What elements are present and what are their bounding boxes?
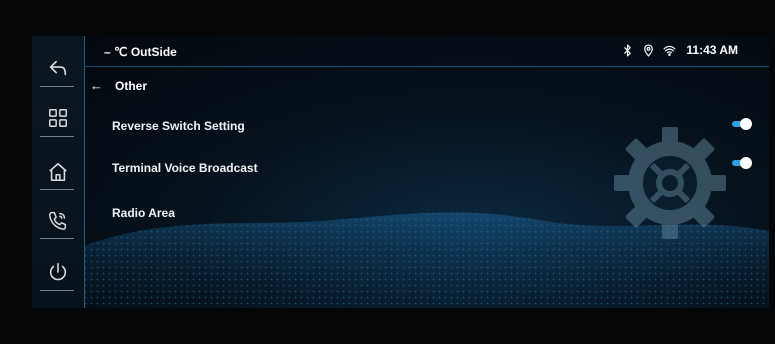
- power-button[interactable]: [38, 252, 78, 292]
- section-header[interactable]: ← Other: [90, 78, 147, 93]
- setting-radio-area[interactable]: Radio Area: [112, 206, 175, 220]
- divider: [40, 290, 74, 291]
- wifi-icon: [663, 45, 676, 56]
- gear-icon: [614, 127, 726, 239]
- status-icons: 11:43 AM: [621, 43, 738, 57]
- outside-temperature: – ℃ OutSide: [104, 45, 177, 59]
- phone-icon: [49, 211, 67, 230]
- location-icon: [644, 43, 654, 57]
- divider: [40, 189, 74, 190]
- home-icon: [49, 162, 67, 182]
- apps-button[interactable]: [38, 98, 78, 138]
- divider: [40, 238, 74, 239]
- grid-icon: [49, 109, 67, 127]
- setting-terminal-voice-broadcast[interactable]: Terminal Voice Broadcast: [112, 161, 258, 175]
- sidebar: [32, 36, 85, 308]
- phone-button[interactable]: [38, 200, 78, 240]
- section-back-arrow-icon[interactable]: ←: [90, 78, 103, 93]
- infotainment-screen: – ℃ OutSide 11:43 AM ← Other Reverse Swi…: [32, 36, 769, 308]
- terminal-voice-broadcast-toggle[interactable]: [732, 157, 752, 169]
- power-icon: [49, 262, 67, 281]
- bluetooth-icon: [624, 43, 632, 57]
- divider: [40, 136, 74, 137]
- reverse-switch-toggle[interactable]: [732, 118, 752, 130]
- setting-reverse-switch[interactable]: Reverse Switch Setting: [112, 119, 245, 133]
- section-title: Other: [115, 78, 148, 93]
- clock: 11:43 AM: [686, 43, 738, 57]
- home-button[interactable]: [38, 152, 78, 192]
- divider: [40, 86, 74, 87]
- back-arrow-icon: [49, 60, 67, 76]
- status-bar: – ℃ OutSide 11:43 AM: [84, 36, 769, 67]
- back-button[interactable]: [38, 48, 78, 88]
